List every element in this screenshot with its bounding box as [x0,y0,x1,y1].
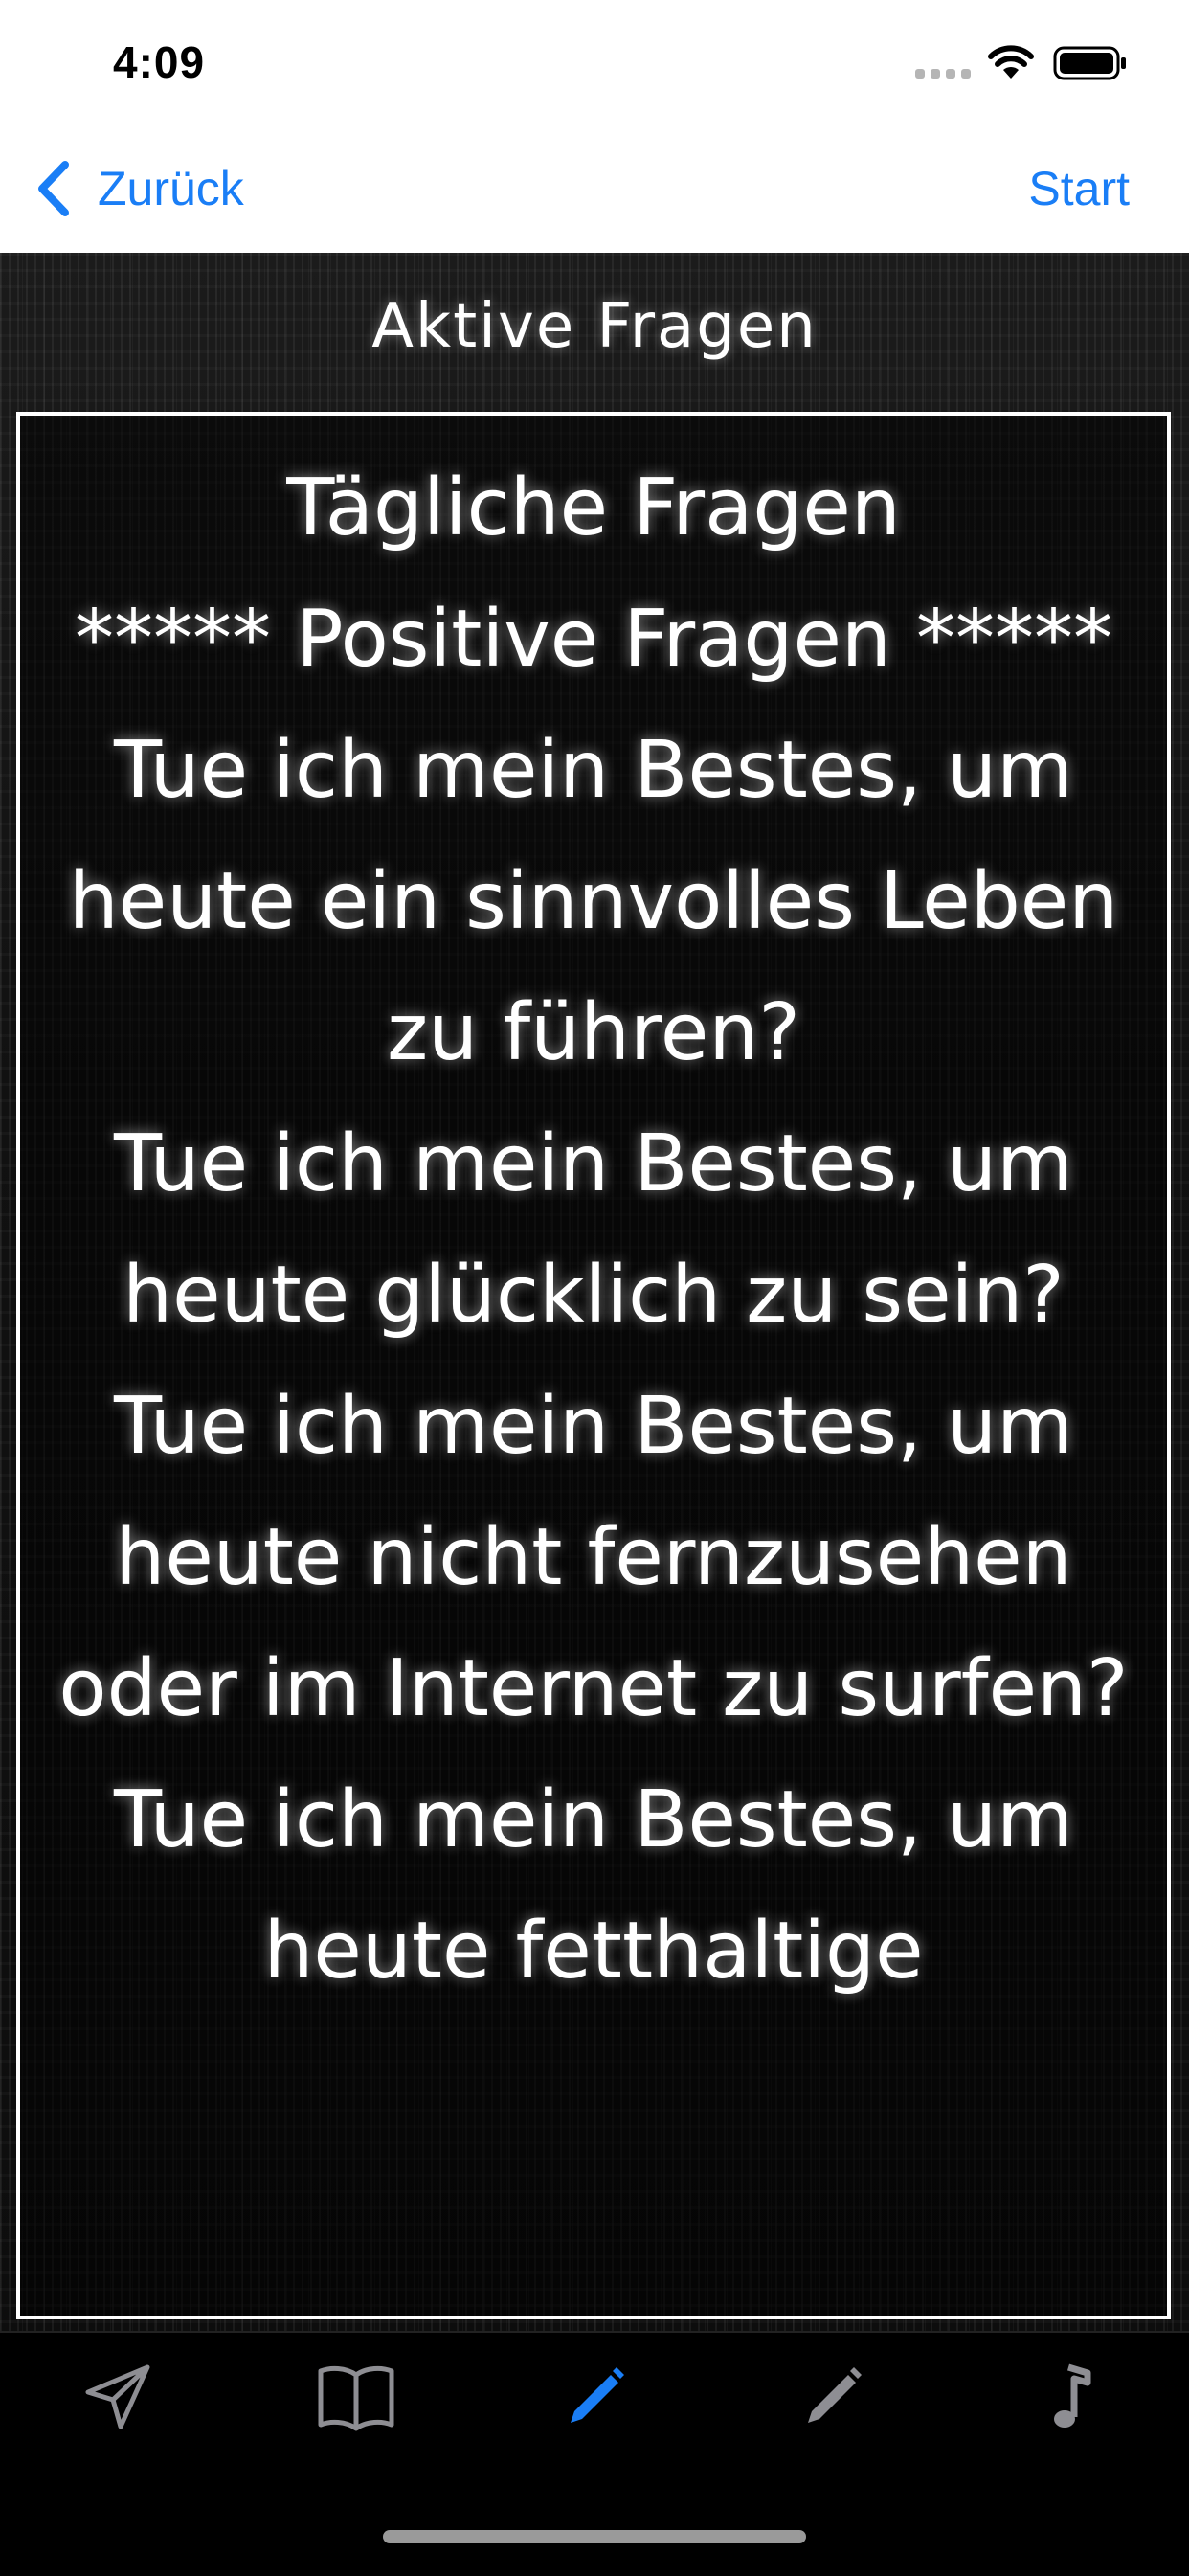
pencil-icon [808,2367,862,2423]
chevron-left-icon [38,161,69,216]
section-title: Aktive Fragen [371,291,818,362]
question-item: Tue ich mein Bestes, um heute fetthaltig… [114,1774,1073,1997]
question-item: Tue ich mein Bestes, um heute glücklich … [114,1119,1073,1341]
question-subheading: ***** Positive Fragen ***** [75,594,1112,685]
tab-book[interactable] [299,2350,414,2446]
battery-icon [1053,46,1126,80]
navigation-bar: Zurück Start [0,126,1189,253]
paper-plane-icon [85,2364,150,2429]
questions-content: Aktive Fragen Tägliche Fragen ***** Posi… [0,253,1189,2331]
music-note-icon [1054,2363,1091,2428]
home-indicator [383,2530,806,2543]
question-text: Tägliche Fragen ***** Positive Fragen **… [20,416,1167,2017]
question-box[interactable]: Tägliche Fragen ***** Positive Fragen **… [16,412,1171,2319]
tab-music[interactable] [1011,2350,1126,2446]
tab-send[interactable] [59,2350,174,2446]
question-item: Tue ich mein Bestes, um heute nicht fern… [58,1381,1129,1734]
wifi-icon [988,45,1034,79]
book-icon [318,2365,394,2431]
tab-edit-active[interactable] [536,2350,651,2446]
question-item: Tue ich mein Bestes, um heute ein sinnvo… [68,725,1119,1078]
status-time: 4:09 [113,37,206,87]
signal-icon [915,69,971,80]
tab-edit[interactable] [774,2350,888,2446]
back-button[interactable]: Zurück [34,155,244,222]
back-label: Zurück [98,162,244,215]
start-button[interactable]: Start [1028,161,1130,216]
pencil-icon [571,2367,624,2423]
status-bar: 4:09 [0,0,1189,126]
question-heading: Tägliche Fragen [286,463,901,554]
